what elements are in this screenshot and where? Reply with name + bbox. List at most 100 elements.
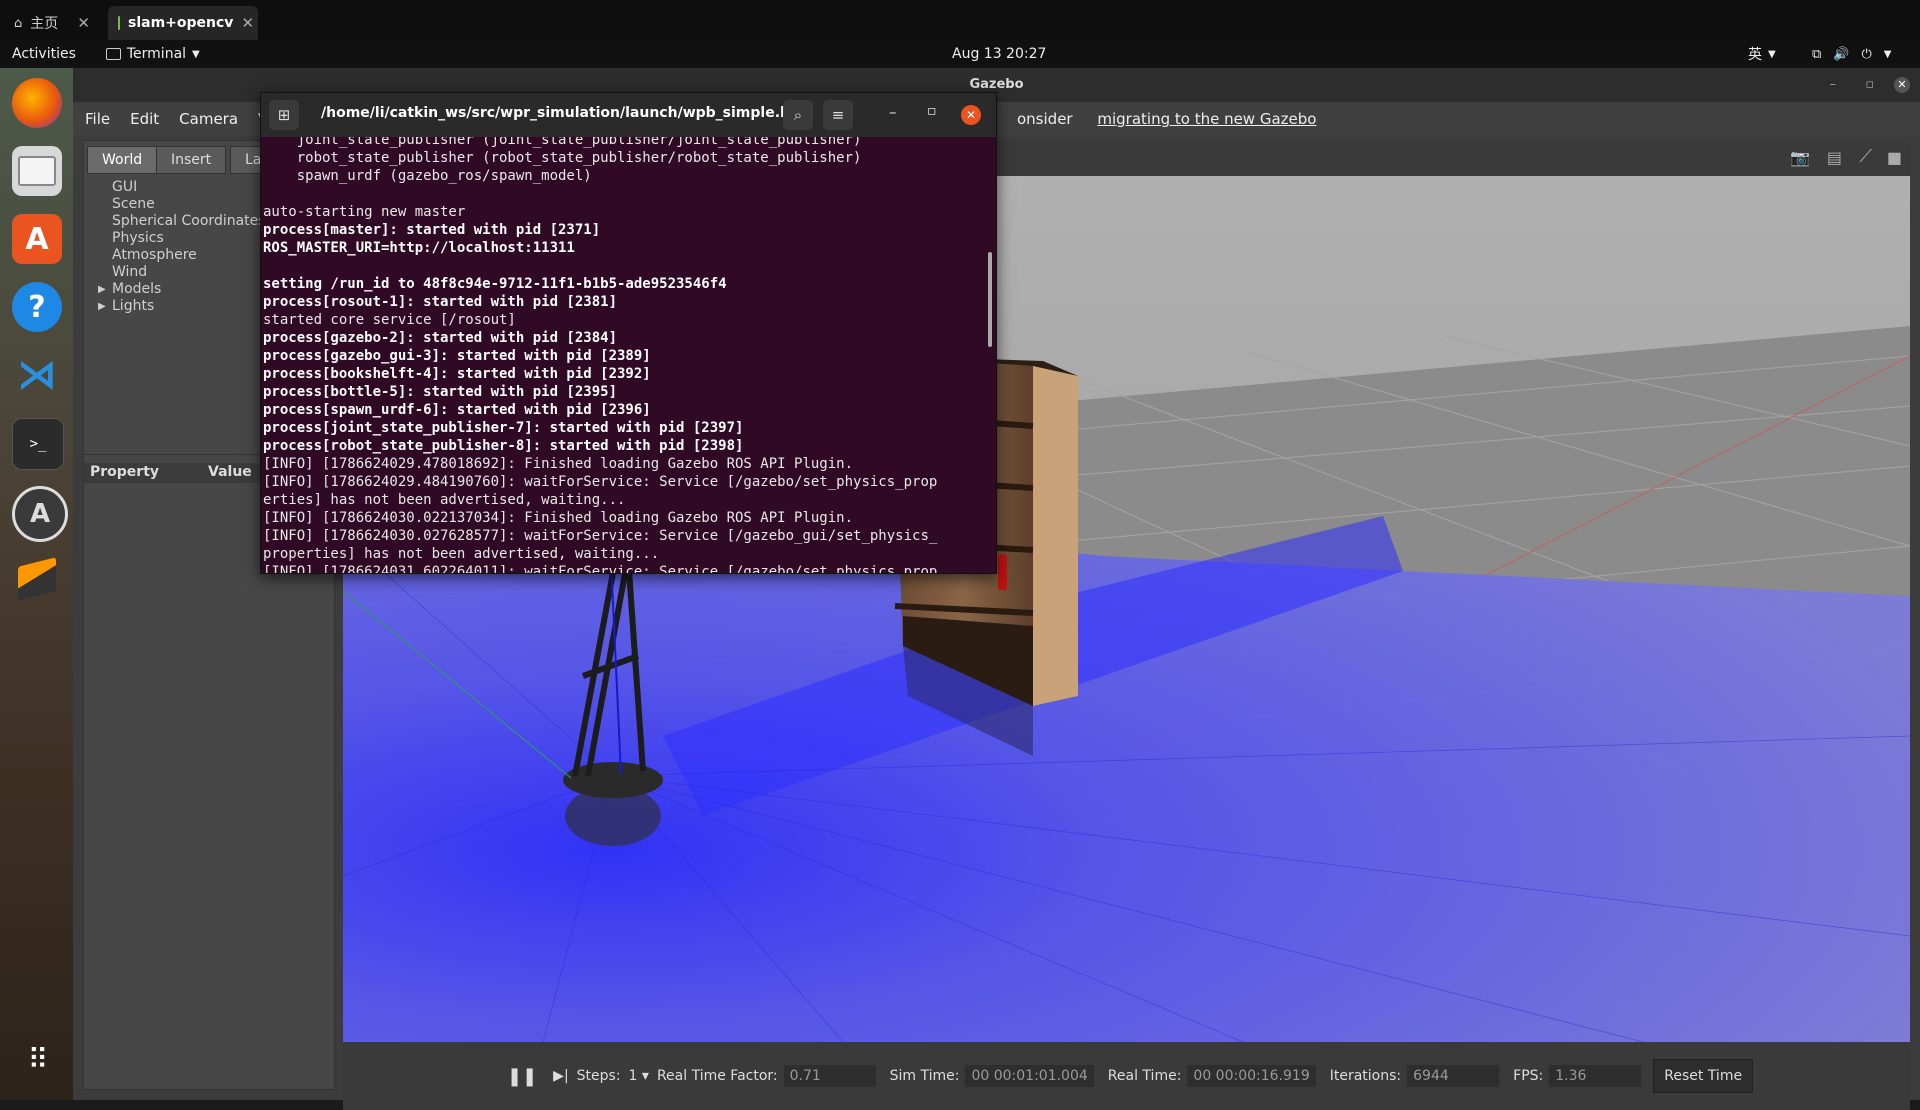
steps-label: Steps: bbox=[576, 1068, 621, 1084]
tab-home-label: 主页 bbox=[30, 16, 59, 32]
app-grid-icon[interactable]: ⠿ bbox=[12, 1034, 62, 1084]
record-log-icon[interactable]: ▤ bbox=[1827, 148, 1842, 167]
top-bar: Activities Terminal ▼ Aug 13 20:27 英 ▼ ⧉… bbox=[0, 40, 1920, 68]
step-button[interactable]: ▶| bbox=[553, 1068, 568, 1084]
hamburger-menu-icon[interactable]: ≡ bbox=[823, 100, 853, 130]
camera-icon[interactable]: 📷 bbox=[1790, 148, 1810, 167]
terminal-line: process[rosout-1]: started with pid [238… bbox=[263, 294, 618, 310]
migration-notice: onsider migrating to the new Gazebo bbox=[1005, 110, 1324, 128]
terminal-icon[interactable]: >_ bbox=[12, 418, 64, 470]
expand-arrow-icon[interactable]: ▶ bbox=[98, 298, 106, 315]
dock: A ? ⋊ >_ A ⠿ bbox=[0, 68, 73, 1100]
tab-world[interactable]: World bbox=[87, 146, 158, 174]
reset-time-button[interactable]: Reset Time bbox=[1653, 1059, 1754, 1093]
maximize-button[interactable]: ▫ bbox=[1865, 68, 1874, 102]
tree-item-models-label: Models bbox=[112, 281, 162, 297]
help-icon[interactable]: ? bbox=[12, 282, 62, 332]
terminal-line: [INFO] [1786624030.027628577]: waitForSe… bbox=[263, 528, 938, 544]
search-icon[interactable]: ⌕ bbox=[783, 100, 813, 130]
minimize-button[interactable]: – bbox=[1830, 68, 1837, 102]
terminal-line: auto-starting new master bbox=[263, 204, 466, 220]
rtf-label: Real Time Factor: bbox=[656, 1068, 778, 1084]
menu-edit[interactable]: Edit bbox=[130, 110, 159, 128]
fps-label: FPS: bbox=[1513, 1068, 1544, 1084]
terminal-header: ⊞ /home/li/catkin_ws/src/wpr_simulation/… bbox=[261, 93, 996, 137]
tab-insert[interactable]: Insert bbox=[156, 146, 227, 174]
chevron-down-icon: ▼ bbox=[1768, 48, 1776, 60]
firefox-icon[interactable] bbox=[12, 78, 62, 128]
tab-slam-opencv[interactable]: slam+opencv ✕ bbox=[108, 6, 258, 40]
software-updater-icon[interactable]: A bbox=[12, 486, 68, 542]
expand-arrow-icon[interactable]: ▶ bbox=[98, 281, 106, 298]
app-menu-label: Terminal bbox=[126, 46, 187, 62]
menu-camera[interactable]: Camera bbox=[179, 110, 238, 128]
terminal-line: [INFO] [1786624029.484190760]: waitForSe… bbox=[263, 474, 938, 490]
terminal-line: [INFO] [1786624030.022137034]: Finished … bbox=[263, 510, 854, 526]
terminal-scrollbar[interactable] bbox=[988, 252, 992, 347]
app-store-icon[interactable]: A bbox=[12, 214, 62, 264]
plot-icon[interactable]: ⟋ bbox=[1859, 146, 1872, 167]
terminal-line: joint_state_publisher (joint_state_publi… bbox=[263, 137, 862, 148]
video-record-icon[interactable]: ■ bbox=[1887, 148, 1902, 167]
terminal-line: properties] has not been advertised, wai… bbox=[263, 546, 660, 562]
fps-value: 1.36 bbox=[1549, 1065, 1642, 1087]
terminal-line: ROS_MASTER_URI=http://localhost:11311 bbox=[263, 240, 575, 256]
power-icon: ⏻ bbox=[1861, 46, 1872, 62]
terminal-line: process[bottle-5]: started with pid [239… bbox=[263, 384, 618, 400]
chevron-down-icon: ▼ bbox=[192, 48, 200, 60]
tab-home[interactable]: ⌂ 主页 ✕ bbox=[4, 6, 100, 40]
tree-item-models[interactable]: ▶ Models bbox=[98, 281, 266, 298]
terminal-line: [INFO] [1786624031.602264011]: waitForSe… bbox=[263, 564, 938, 573]
vscode-icon[interactable]: ⋊ bbox=[12, 350, 62, 400]
terminal-line: process[gazebo_gui-3]: started with pid … bbox=[263, 348, 651, 364]
tree-item-lights[interactable]: ▶ Lights bbox=[98, 298, 266, 315]
tree-item-scene[interactable]: Scene bbox=[112, 196, 266, 213]
menu-file[interactable]: File bbox=[85, 110, 110, 128]
tree-item-wind[interactable]: Wind bbox=[112, 264, 266, 281]
sublime-text-icon[interactable] bbox=[12, 554, 62, 604]
new-tab-icon[interactable]: ⊞ bbox=[269, 100, 299, 130]
pause-button[interactable]: ❚❚ bbox=[507, 1066, 537, 1087]
real-time-label: Real Time: bbox=[1107, 1068, 1182, 1084]
tree-item-physics[interactable]: Physics bbox=[112, 230, 266, 247]
activities-button[interactable]: Activities bbox=[12, 46, 76, 62]
sim-time-label: Sim Time: bbox=[889, 1068, 960, 1084]
value-column: Value bbox=[208, 464, 252, 480]
close-icon[interactable]: ✕ bbox=[77, 14, 90, 32]
app-menu-button[interactable]: Terminal ▼ bbox=[105, 46, 200, 62]
close-button[interactable]: ✕ bbox=[961, 105, 981, 125]
property-column: Property bbox=[90, 464, 160, 480]
iterations-value: 6944 bbox=[1407, 1065, 1500, 1087]
system-tray[interactable]: ⧉ 🔊 ⏻ ▼ bbox=[1812, 47, 1891, 62]
close-button[interactable]: ✕ bbox=[1894, 77, 1910, 93]
terminal-line: [INFO] [1786624029.478018692]: Finished … bbox=[263, 456, 854, 472]
minimize-button[interactable]: – bbox=[889, 103, 897, 121]
bottle-model[interactable] bbox=[998, 554, 1007, 590]
terminal-title: /home/li/catkin_ws/src/wpr_simulation/la… bbox=[321, 105, 801, 121]
tab-slam-label: slam+opencv bbox=[128, 15, 234, 31]
home-icon: ⌂ bbox=[14, 15, 23, 31]
terminal-output[interactable]: joint_state_publisher (joint_state_publi… bbox=[261, 137, 996, 573]
window-title-text: Gazebo bbox=[969, 77, 1024, 92]
files-icon[interactable] bbox=[12, 146, 62, 196]
notice-text: onsider bbox=[1017, 110, 1078, 128]
tree-item-gui[interactable]: GUI bbox=[112, 179, 266, 196]
sim-time-value: 00 00:01:01.004 bbox=[965, 1065, 1094, 1087]
steps-spinbox[interactable]: 1 ▾ bbox=[629, 1068, 649, 1084]
input-method-indicator[interactable]: 英 ▼ bbox=[1748, 44, 1776, 64]
terminal-line: erties] has not been advertised, waiting… bbox=[263, 492, 626, 508]
close-icon[interactable]: ✕ bbox=[241, 14, 254, 32]
terminal-tab-icon bbox=[118, 16, 120, 30]
iterations-label: Iterations: bbox=[1329, 1068, 1402, 1084]
terminal-line: setting /run_id to 48f8c94e-9712-11f1-b1… bbox=[263, 276, 727, 292]
tree-item-atmosphere[interactable]: Atmosphere bbox=[112, 247, 266, 264]
real-time-value: 00 00:00:16.919 bbox=[1187, 1065, 1316, 1087]
input-method-label: 英 bbox=[1748, 47, 1762, 63]
maximize-button[interactable]: ▫ bbox=[927, 103, 937, 119]
tree-item-spherical-coordinates[interactable]: Spherical Coordinates bbox=[112, 213, 266, 230]
terminal-line: started core service [/rosout] bbox=[263, 312, 516, 328]
clock[interactable]: Aug 13 20:27 bbox=[952, 46, 1046, 62]
migration-link[interactable]: migrating to the new Gazebo bbox=[1097, 110, 1316, 128]
